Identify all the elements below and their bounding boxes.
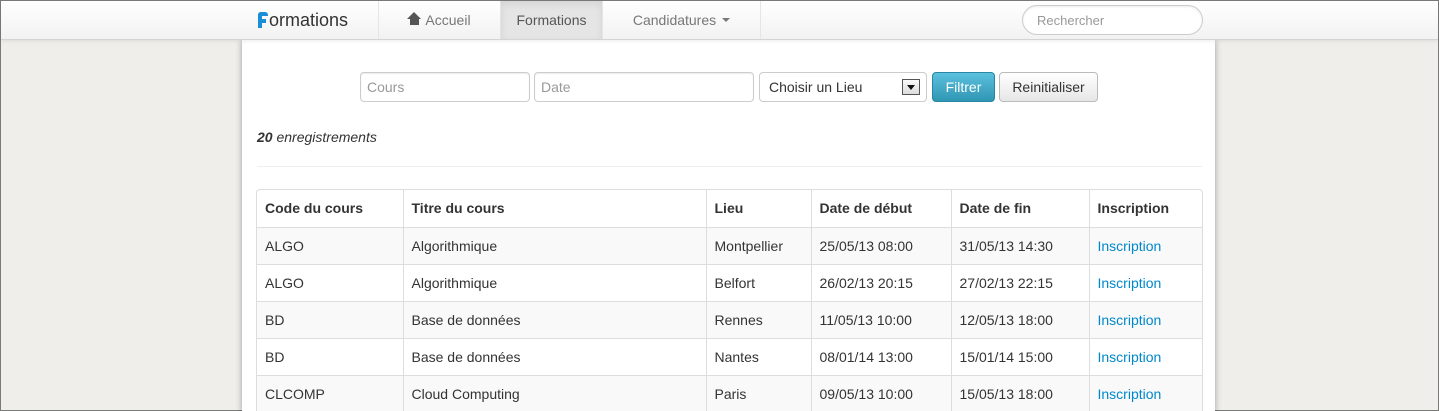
cell-date-debut: 26/02/13 20:15: [810, 263, 951, 301]
cell-inscription: Inscription: [1088, 263, 1202, 301]
home-icon: [407, 12, 422, 26]
courses-table: Code du cours Titre du cours Lieu Date d…: [256, 189, 1203, 411]
cours-input[interactable]: [360, 72, 530, 102]
brand-f-icon: [258, 12, 268, 28]
inscription-link[interactable]: Inscription: [1098, 386, 1162, 402]
brand-text: ormations: [269, 10, 349, 30]
inscription-link[interactable]: Inscription: [1098, 312, 1162, 328]
cell-titre: Algorithmique: [402, 263, 706, 301]
header-date-fin[interactable]: Date de fin: [950, 190, 1089, 227]
cell-date-fin: 15/01/14 15:00: [950, 337, 1089, 375]
cell-code: BD: [257, 300, 403, 338]
dropdown-arrow-icon[interactable]: [902, 79, 920, 95]
reset-button[interactable]: Reinitialiser: [999, 72, 1098, 102]
cell-code: CLCOMP: [257, 374, 403, 411]
cell-date-fin: 15/05/13 18:00: [950, 374, 1089, 411]
nav-formations-label: Formations: [516, 12, 587, 28]
table-row: ALGO Algorithmique Montpellier 25/05/13 …: [257, 226, 1202, 264]
header-titre[interactable]: Titre du cours: [402, 190, 706, 227]
header-lieu[interactable]: Lieu: [705, 190, 811, 227]
cell-inscription: Inscription: [1088, 374, 1202, 411]
top-navbar: ormations Accueil Formations Candidature…: [1, 1, 1438, 40]
cell-date-debut: 11/05/13 10:00: [810, 300, 951, 338]
lieu-select-value: Choisir un Lieu: [769, 79, 863, 95]
cell-titre: Cloud Computing: [402, 374, 706, 411]
cell-code: ALGO: [257, 263, 403, 301]
cell-titre: Base de données: [402, 337, 706, 375]
cell-lieu: Belfort: [705, 263, 811, 301]
search-input[interactable]: [1022, 5, 1203, 35]
filter-button[interactable]: Filtrer: [932, 72, 995, 102]
cell-date-fin: 12/05/13 18:00: [950, 300, 1089, 338]
cell-inscription: Inscription: [1088, 337, 1202, 375]
record-count-number: 20: [257, 129, 273, 145]
cell-titre: Algorithmique: [402, 226, 706, 264]
cell-date-debut: 09/05/13 10:00: [810, 374, 951, 411]
brand-logo[interactable]: ormations: [258, 9, 348, 31]
inscription-link[interactable]: Inscription: [1098, 349, 1162, 365]
caret-down-icon: [722, 18, 731, 22]
table-row: BD Base de données Rennes 11/05/13 10:00…: [257, 300, 1202, 338]
nav-accueil[interactable]: Accueil: [378, 1, 500, 39]
nav-candidatures-label: Candidatures: [632, 12, 717, 28]
cell-inscription: Inscription: [1088, 226, 1202, 264]
table-row: BD Base de données Nantes 08/01/14 13:00…: [257, 337, 1202, 375]
nav-accueil-label: Accueil: [425, 12, 471, 28]
record-count-label: enregistrements: [276, 129, 377, 145]
cell-date-fin: 27/02/13 22:15: [950, 263, 1089, 301]
table-header-row: Code du cours Titre du cours Lieu Date d…: [257, 190, 1202, 227]
header-date-debut[interactable]: Date de début: [810, 190, 951, 227]
divider: [257, 166, 1202, 167]
header-inscription: Inscription: [1088, 190, 1202, 227]
cell-date-debut: 25/05/13 08:00: [810, 226, 951, 264]
record-count: 20 enregistrements: [257, 129, 377, 145]
cell-lieu: Montpellier: [705, 226, 811, 264]
cell-code: BD: [257, 337, 403, 375]
cell-code: ALGO: [257, 226, 403, 264]
main-content: Choisir un Lieu Filtrer Reinitialiser 20…: [242, 40, 1215, 411]
header-code[interactable]: Code du cours: [257, 190, 403, 227]
date-input[interactable]: [534, 72, 754, 102]
nav-candidatures-dropdown[interactable]: Candidatures: [602, 1, 761, 39]
cell-lieu: Paris: [705, 374, 811, 411]
cell-date-debut: 08/01/14 13:00: [810, 337, 951, 375]
table-row: CLCOMP Cloud Computing Paris 09/05/13 10…: [257, 374, 1202, 411]
cell-inscription: Inscription: [1088, 300, 1202, 338]
cell-lieu: Rennes: [705, 300, 811, 338]
nav-formations[interactable]: Formations: [500, 1, 602, 39]
inscription-link[interactable]: Inscription: [1098, 238, 1162, 254]
cell-date-fin: 31/05/13 14:30: [950, 226, 1089, 264]
cell-titre: Base de données: [402, 300, 706, 338]
inscription-link[interactable]: Inscription: [1098, 275, 1162, 291]
table-row: ALGO Algorithmique Belfort 26/02/13 20:1…: [257, 263, 1202, 301]
cell-lieu: Nantes: [705, 337, 811, 375]
lieu-select[interactable]: Choisir un Lieu: [759, 72, 927, 102]
